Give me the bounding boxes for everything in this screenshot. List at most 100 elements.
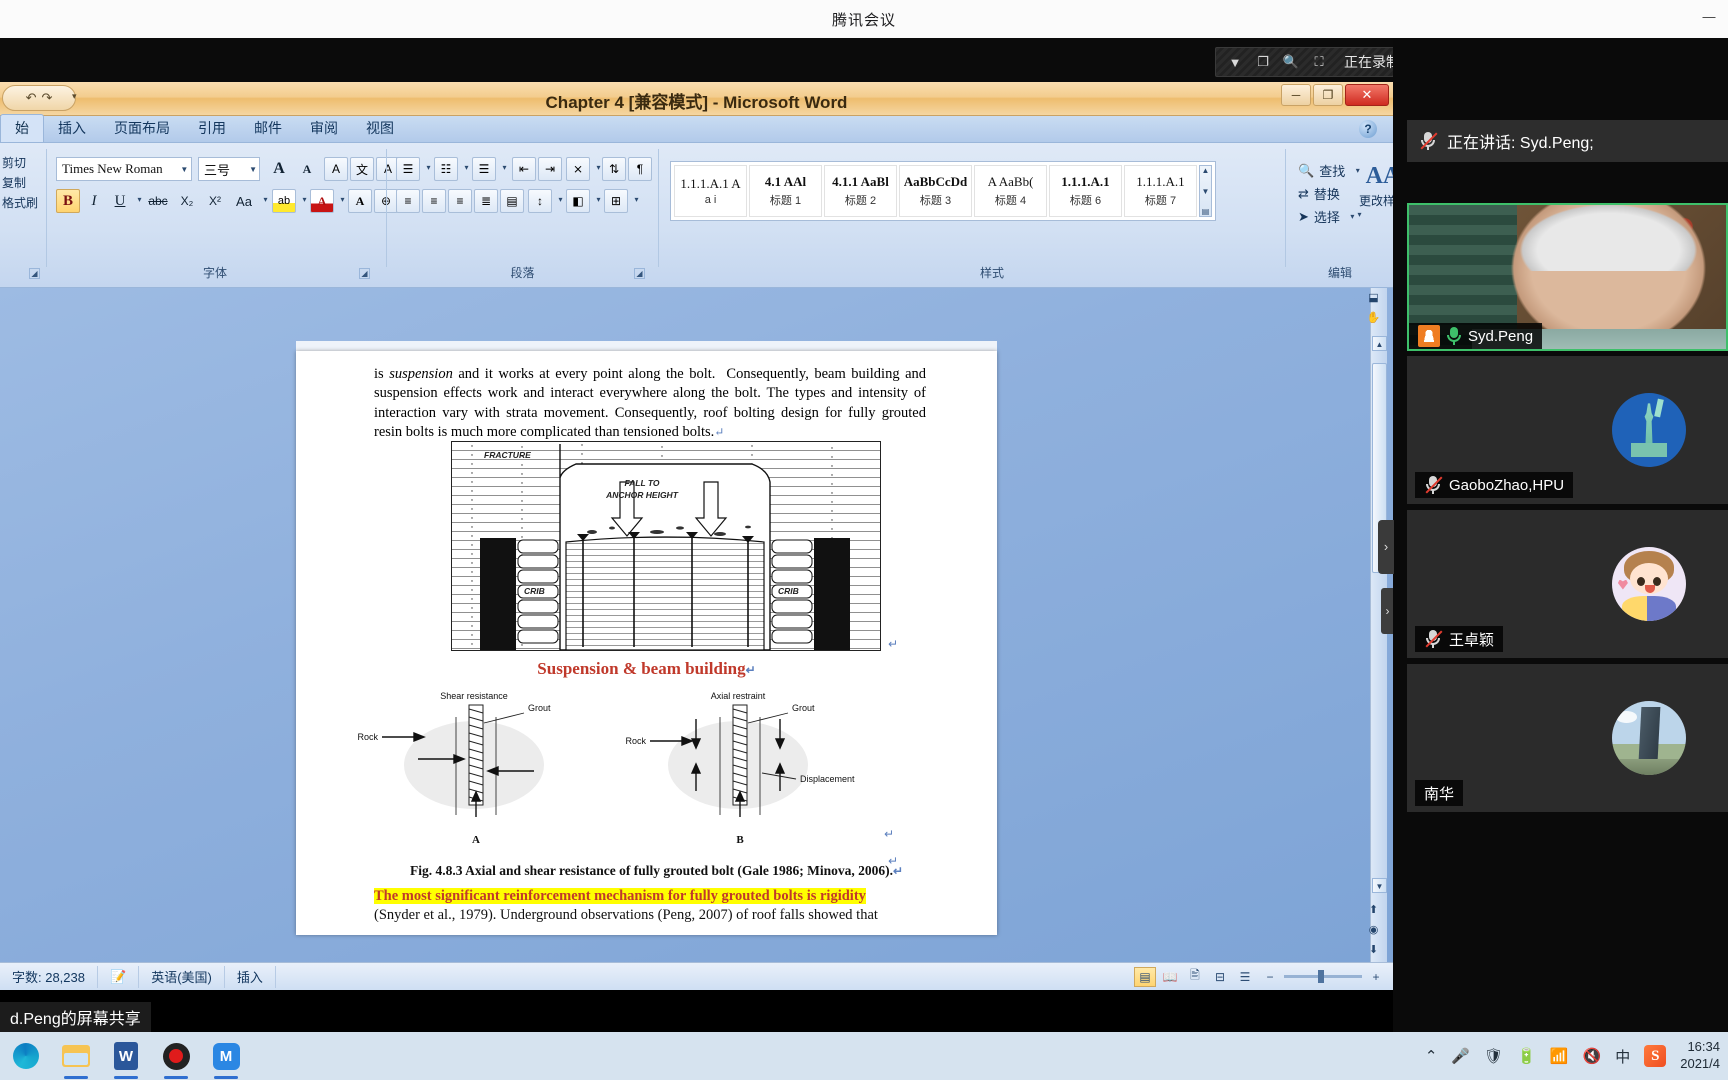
styles-more-icon[interactable]: ▤ bbox=[1200, 207, 1211, 216]
zoom-slider[interactable] bbox=[1284, 970, 1362, 983]
change-case-button[interactable]: Aa bbox=[230, 189, 258, 213]
style-item[interactable]: 1.1.1.A.1 标题 6 bbox=[1049, 165, 1122, 217]
chevron-down-icon[interactable]: ▾ bbox=[1350, 166, 1365, 175]
tab-review[interactable]: 审阅 bbox=[296, 115, 352, 142]
document-page[interactable]: is suspension and it works at every poin… bbox=[296, 351, 997, 935]
close-button[interactable]: ✕ bbox=[1345, 84, 1389, 106]
chevron-down-icon[interactable]: ▾ bbox=[497, 163, 512, 172]
insert-mode[interactable]: 插入 bbox=[225, 965, 276, 988]
chevron-down-icon[interactable]: ▾ bbox=[629, 195, 644, 204]
minimize-button[interactable]: ─ bbox=[1281, 84, 1311, 106]
style-item[interactable]: 1.1.1.A.1 A a i bbox=[674, 165, 747, 217]
scroll-down-button[interactable]: ▼ bbox=[1372, 878, 1387, 893]
region-select-icon[interactable]: ⛶ bbox=[1310, 54, 1328, 70]
participant-tile-wangzhuoying[interactable]: 王卓颖 bbox=[1407, 510, 1728, 658]
language-indicator[interactable]: 英语(美国) bbox=[139, 965, 225, 988]
style-item[interactable]: AaBbCcDd 标题 3 bbox=[899, 165, 972, 217]
style-item[interactable]: 4.1 AAl 标题 1 bbox=[749, 165, 822, 217]
next-page-icon[interactable]: ⬇ bbox=[1365, 942, 1382, 959]
magnifier-icon[interactable]: 🔍 bbox=[1282, 54, 1300, 70]
scroll-up-button[interactable]: ▲ bbox=[1372, 336, 1387, 351]
copy-button[interactable]: 复制 bbox=[2, 174, 44, 191]
clipboard-dialog-launcher[interactable]: ◢ bbox=[29, 268, 40, 279]
zoom-slider-knob[interactable] bbox=[1318, 970, 1324, 983]
find-button[interactable]: 🔍 查找 ▾ bbox=[1298, 161, 1390, 180]
distribute-icon[interactable]: ▤ bbox=[500, 189, 524, 213]
print-layout-icon[interactable]: ▤ bbox=[1134, 966, 1156, 987]
screen-recorder-icon[interactable] bbox=[160, 1040, 192, 1079]
asian-layout-icon[interactable]: ⨯ bbox=[566, 157, 590, 181]
minimize-button[interactable]: — bbox=[1698, 10, 1720, 26]
line-spacing-icon[interactable]: ↕ bbox=[528, 189, 552, 213]
styles-scrollbar[interactable]: ▲ ▼ ▤ bbox=[1199, 165, 1212, 217]
tab-mailings[interactable]: 邮件 bbox=[240, 115, 296, 142]
tab-view[interactable]: 视图 bbox=[352, 115, 408, 142]
shading-button[interactable]: A bbox=[348, 189, 372, 213]
style-item[interactable]: 4.1.1 AaBl 标题 2 bbox=[824, 165, 897, 217]
borders-icon[interactable]: ⊞ bbox=[604, 189, 628, 213]
chevron-down-icon[interactable]: ▾ bbox=[258, 195, 273, 204]
align-center-icon[interactable]: ≡ bbox=[422, 189, 446, 213]
zoom-out-button[interactable]: − bbox=[1259, 967, 1281, 987]
document-canvas[interactable]: is suspension and it works at every poin… bbox=[0, 288, 1393, 962]
cut-button[interactable]: 剪切 bbox=[2, 154, 44, 171]
volume-muted-icon[interactable]: 🔇 bbox=[1583, 1047, 1602, 1065]
text-highlight-icon[interactable]: ab bbox=[272, 189, 296, 213]
show-marks-icon[interactable]: ¶ bbox=[628, 157, 652, 181]
word-icon[interactable]: W bbox=[110, 1040, 142, 1079]
pan-hand-icon[interactable]: ✋ bbox=[1365, 310, 1382, 327]
participant-tile-syd-peng[interactable]: Syd.Peng bbox=[1407, 203, 1728, 351]
chevron-down-icon[interactable]: ▾ bbox=[1345, 212, 1360, 221]
style-item[interactable]: A AaBb( 标题 4 bbox=[974, 165, 1047, 217]
font-dialog-launcher[interactable]: ◢ bbox=[359, 268, 370, 279]
scroll-down-icon[interactable]: ▼ bbox=[1200, 187, 1211, 196]
font-size-input[interactable] bbox=[199, 161, 248, 177]
select-button[interactable]: ➤ 选择 ▾ bbox=[1298, 207, 1390, 226]
previous-page-icon[interactable]: ⬆ bbox=[1365, 902, 1382, 919]
chevron-down-icon[interactable]: ▼ bbox=[178, 165, 191, 174]
full-screen-reading-icon[interactable]: 📖 bbox=[1159, 967, 1181, 987]
font-name-box[interactable]: ▼ bbox=[56, 157, 192, 181]
chevron-down-icon[interactable]: ▼ bbox=[1226, 55, 1244, 70]
window-controls[interactable]: ─ ❐ ✕ bbox=[1281, 84, 1389, 106]
font-name-input[interactable] bbox=[57, 161, 178, 177]
paragraph-dialog-launcher[interactable]: ◢ bbox=[634, 268, 645, 279]
underline-button[interactable]: U bbox=[108, 189, 132, 213]
tab-page-layout[interactable]: 页面布局 bbox=[100, 115, 184, 142]
chevron-up-icon[interactable]: ⌃ bbox=[1425, 1047, 1438, 1065]
tencent-meeting-icon[interactable]: M bbox=[210, 1040, 242, 1079]
help-icon[interactable]: ? bbox=[1359, 120, 1377, 138]
increase-indent-icon[interactable]: ⇥ bbox=[538, 157, 562, 181]
window-icon[interactable]: ❐ bbox=[1254, 54, 1272, 70]
file-explorer-icon[interactable] bbox=[60, 1040, 92, 1079]
outline-icon[interactable]: ⊟ bbox=[1209, 967, 1231, 987]
microphone-icon[interactable]: 🎤 bbox=[1451, 1047, 1470, 1065]
superscript-button[interactable]: X² bbox=[202, 189, 228, 213]
clear-format-icon[interactable]: A bbox=[324, 157, 348, 181]
participant-tile-nanhua[interactable]: 南华 bbox=[1407, 664, 1728, 812]
bullet-list-icon[interactable]: ☰ bbox=[396, 157, 420, 181]
restore-button[interactable]: ❐ bbox=[1313, 84, 1343, 106]
strikethrough-button[interactable]: abc bbox=[144, 189, 172, 213]
word-count[interactable]: 字数: 28,238 bbox=[0, 965, 98, 988]
wifi-icon[interactable]: 📶 bbox=[1550, 1047, 1569, 1065]
web-layout-icon[interactable]: 🖹 bbox=[1184, 967, 1206, 987]
tab-references[interactable]: 引用 bbox=[184, 115, 240, 142]
font-size-box[interactable]: ▼ bbox=[198, 157, 260, 181]
panel-collapse-toggle[interactable]: › bbox=[1378, 520, 1394, 574]
edge-icon[interactable] bbox=[10, 1040, 42, 1072]
browse-object-icon[interactable]: ⬓ bbox=[1365, 290, 1382, 307]
multilevel-list-icon[interactable]: ☰ bbox=[472, 157, 496, 181]
font-color-icon[interactable]: A bbox=[310, 189, 334, 213]
participant-tile-gaobozhao[interactable]: GaoboZhao,HPU bbox=[1407, 356, 1728, 504]
panel-expand-button[interactable]: › bbox=[1381, 588, 1393, 634]
decrease-indent-icon[interactable]: ⇤ bbox=[512, 157, 536, 181]
zoom-in-button[interactable]: + bbox=[1365, 967, 1387, 987]
battery-icon[interactable]: 🔋 bbox=[1517, 1047, 1536, 1065]
align-left-icon[interactable]: ≡ bbox=[396, 189, 420, 213]
align-right-icon[interactable]: ≡ bbox=[448, 189, 472, 213]
ribbon-tabs[interactable]: 始 插入 页面布局 引用 邮件 审阅 视图 ? bbox=[0, 114, 1393, 143]
taskbar-clock[interactable]: 16:34 2021/4 bbox=[1680, 1039, 1720, 1073]
shrink-font-button[interactable]: A bbox=[294, 157, 320, 181]
shading-icon[interactable]: ◧ bbox=[566, 189, 590, 213]
